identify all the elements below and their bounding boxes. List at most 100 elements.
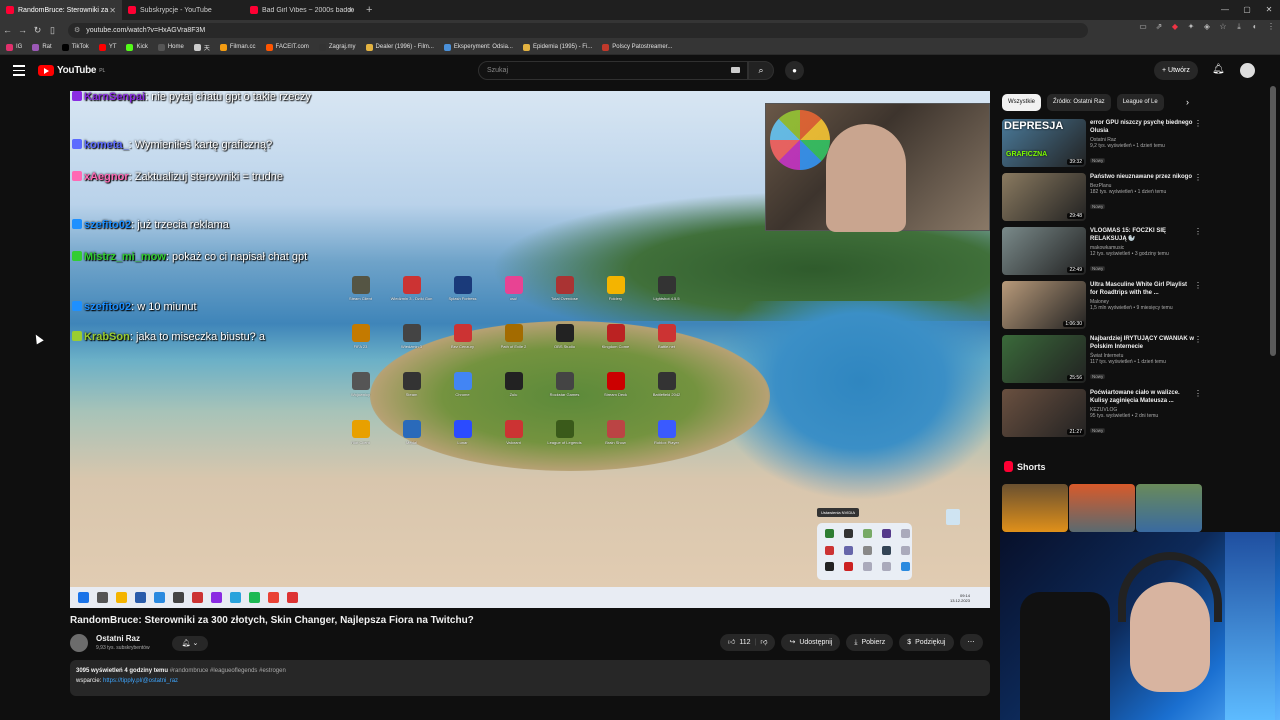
- chevron-right-icon[interactable]: ›: [1186, 97, 1189, 107]
- filter-chip[interactable]: League of Le: [1116, 94, 1164, 111]
- bookmark-item[interactable]: Eksperyment: Odsia...: [443, 43, 513, 51]
- thanks-button[interactable]: $ Podziękuj: [899, 634, 954, 651]
- cast-icon[interactable]: ▭: [1138, 22, 1148, 32]
- bookmark-manager-icon[interactable]: ▯: [45, 25, 60, 36]
- recommended-video[interactable]: 1:06:30 Ultra Masculine White Girl Playli…: [1002, 281, 1202, 331]
- star-icon[interactable]: ☆: [1218, 22, 1228, 32]
- more-options-icon[interactable]: ⋮: [1194, 335, 1202, 344]
- extension-icon[interactable]: ✦: [1186, 22, 1196, 32]
- puzzle-icon[interactable]: ◈: [1202, 22, 1212, 32]
- short-thumbnail[interactable]: [1069, 484, 1135, 532]
- bookmark-item[interactable]: Kick: [126, 43, 148, 51]
- create-button[interactable]: + Utwórz: [1154, 61, 1198, 80]
- close-tab-icon[interactable]: ✕: [109, 6, 116, 15]
- video-title[interactable]: VLOGMAS 15: FOCZKI SIĘ RELAKSUJĄ 🦭: [1090, 227, 1194, 243]
- video-player[interactable]: KarnSenpai: nie pytaj chatu gpt o takie …: [70, 91, 990, 608]
- filter-chip[interactable]: Wszystkie: [1002, 94, 1041, 111]
- desktop-shortcut: Riot Client: [335, 420, 386, 458]
- channel-avatar[interactable]: [70, 634, 88, 652]
- search-input[interactable]: Szukaj: [478, 61, 748, 80]
- notifications-bell-icon[interactable]: 🔔︎: [1212, 64, 1225, 75]
- bookmark-item[interactable]: 天: [193, 43, 210, 52]
- more-options-icon[interactable]: ⋮: [1194, 227, 1202, 236]
- video-thumbnail[interactable]: 25:56: [1002, 335, 1086, 383]
- desktop-shortcut: Zulu: [488, 372, 539, 410]
- browser-tab-active[interactable]: RandomBruce: Sterowniki za ✕: [0, 0, 122, 20]
- bookmark-item[interactable]: Dealer (1996) - Film...: [365, 43, 434, 51]
- share-button[interactable]: ↪ Udostępnij: [781, 634, 841, 651]
- video-thumbnail[interactable]: 1:06:30: [1002, 281, 1086, 329]
- video-description[interactable]: 3095 wyświetleń 4 godziny temu #randombr…: [70, 660, 990, 696]
- url-field[interactable]: ⚙ youtube.com/watch?v=HxAGVra8F3M: [68, 22, 1088, 38]
- video-title[interactable]: Najbardziej IRYTUJĄCY CWANIAK w Polskim …: [1090, 335, 1194, 351]
- like-button[interactable]: 👍︎ 112 | 👎︎: [720, 634, 776, 651]
- video-thumbnail[interactable]: 29:48: [1002, 173, 1086, 221]
- bookmark-item[interactable]: Epidemia (1995) - Fi...: [522, 43, 592, 51]
- bookmark-item[interactable]: FACEIT.com: [265, 43, 309, 51]
- browser-tab[interactable]: Bad Girl Vibes ~ 2000s baddie playli ✕: [244, 0, 360, 20]
- maximize-icon[interactable]: ▢: [1236, 0, 1258, 20]
- recommended-video[interactable]: 29:48 Państwo nieuznawane przez nikogo Bez…: [1002, 173, 1202, 223]
- video-thumbnail[interactable]: 22:49: [1002, 227, 1086, 275]
- new-tab-icon[interactable]: +: [366, 4, 372, 16]
- download-label: Pobierz: [861, 639, 886, 646]
- share-icon[interactable]: ⇗: [1154, 22, 1164, 32]
- recommended-video[interactable]: 22:49 VLOGMAS 15: FOCZKI SIĘ RELAKSUJĄ 🦭 m…: [1002, 227, 1202, 277]
- chat-text: nie pytaj chatu gpt o takie rzeczy: [151, 91, 311, 103]
- short-thumbnail[interactable]: [1136, 484, 1202, 532]
- profile-icon[interactable]: ◐: [1250, 22, 1260, 32]
- video-thumbnail[interactable]: 21:27: [1002, 389, 1086, 437]
- more-options-icon[interactable]: ⋮: [1194, 281, 1202, 290]
- channel-name[interactable]: Ostatni Raz: [96, 634, 140, 643]
- bookmark-item[interactable]: Rat: [32, 43, 52, 51]
- microphone-icon[interactable]: ●: [785, 61, 804, 80]
- download-icon[interactable]: ⤓: [1234, 22, 1244, 32]
- recommended-video[interactable]: 25:56 Najbardziej IRYTUJĄCY CWANIAK w Pol…: [1002, 335, 1202, 385]
- more-options-icon[interactable]: ⋮: [1194, 389, 1202, 398]
- bookmark-item[interactable]: Zagraj.my: [318, 43, 356, 51]
- account-avatar[interactable]: [1240, 63, 1255, 78]
- video-title[interactable]: error GPU niszczy psychę biednego Olusia: [1090, 119, 1194, 135]
- subscription-bell-button[interactable]: 🔔︎ ⌄: [172, 636, 208, 651]
- app-icon: [606, 324, 625, 342]
- menu-icon[interactable]: [13, 65, 25, 76]
- scrollbar[interactable]: [1270, 86, 1276, 356]
- menu-dots-icon[interactable]: ⋮: [1266, 22, 1276, 32]
- bookmark-item[interactable]: Home: [157, 43, 184, 51]
- minimize-icon[interactable]: —: [1214, 0, 1236, 20]
- keyboard-icon[interactable]: [731, 67, 740, 73]
- close-window-icon[interactable]: ✕: [1258, 0, 1280, 20]
- search-button[interactable]: ⌕: [748, 61, 774, 80]
- bookmark-item[interactable]: Filman.cc: [219, 43, 256, 51]
- video-title[interactable]: Ultra Masculine White Girl Playlist for …: [1090, 281, 1194, 297]
- video-title[interactable]: Państwo nieuznawane przez nikogo: [1090, 173, 1194, 181]
- close-tab-icon[interactable]: ✕: [347, 6, 354, 15]
- bookmark-item[interactable]: YT: [98, 43, 116, 51]
- download-button[interactable]: ⤓ Pobierz: [846, 634, 894, 651]
- reload-icon[interactable]: ↻: [30, 25, 45, 36]
- bookmark-item[interactable]: TikTok: [61, 43, 89, 51]
- filter-chip[interactable]: Źródło: Ostatni Raz: [1047, 94, 1111, 111]
- thumbs-down-icon[interactable]: 👎︎: [760, 634, 767, 651]
- browser-tab[interactable]: Subskrypcje - YouTube: [122, 0, 244, 20]
- recommended-video[interactable]: 21:27 Poćwiartowane ciało w walizce. Kuli…: [1002, 389, 1202, 439]
- desc-tags[interactable]: #randombruce #leagueoflegends #estrogen: [170, 668, 286, 674]
- video-thumbnail[interactable]: DEPRESJA GRAFICZNA 39:32: [1002, 119, 1086, 167]
- more-actions-button[interactable]: ⋯: [959, 634, 983, 651]
- video-title[interactable]: Poćwiartowane ciało w walizce. Kulisy za…: [1090, 389, 1194, 405]
- bookmark-item[interactable]: Polscy Patostreamer...: [602, 43, 672, 51]
- more-options-icon[interactable]: ⋮: [1194, 119, 1202, 128]
- forward-icon[interactable]: →: [15, 25, 30, 35]
- back-icon[interactable]: ←: [0, 25, 15, 35]
- youtube-logo[interactable]: YouTube PL: [38, 65, 105, 76]
- more-options-icon[interactable]: ⋮: [1194, 173, 1202, 182]
- youtube-play-icon: [38, 65, 54, 76]
- recommended-video[interactable]: DEPRESJA GRAFICZNA 39:32 error GPU niszczy …: [1002, 119, 1202, 169]
- chat-username: szefito02: [84, 219, 132, 231]
- bookmark-item[interactable]: IG: [6, 43, 22, 51]
- site-info-icon[interactable]: ⚙: [74, 26, 80, 34]
- desc-link[interactable]: https://tipply.pl/@ostatni_raz: [103, 678, 178, 684]
- shield-extension-icon[interactable]: ◆: [1170, 22, 1180, 32]
- short-thumbnail[interactable]: [1002, 484, 1068, 532]
- shortcut-label: Riot Client: [351, 440, 370, 445]
